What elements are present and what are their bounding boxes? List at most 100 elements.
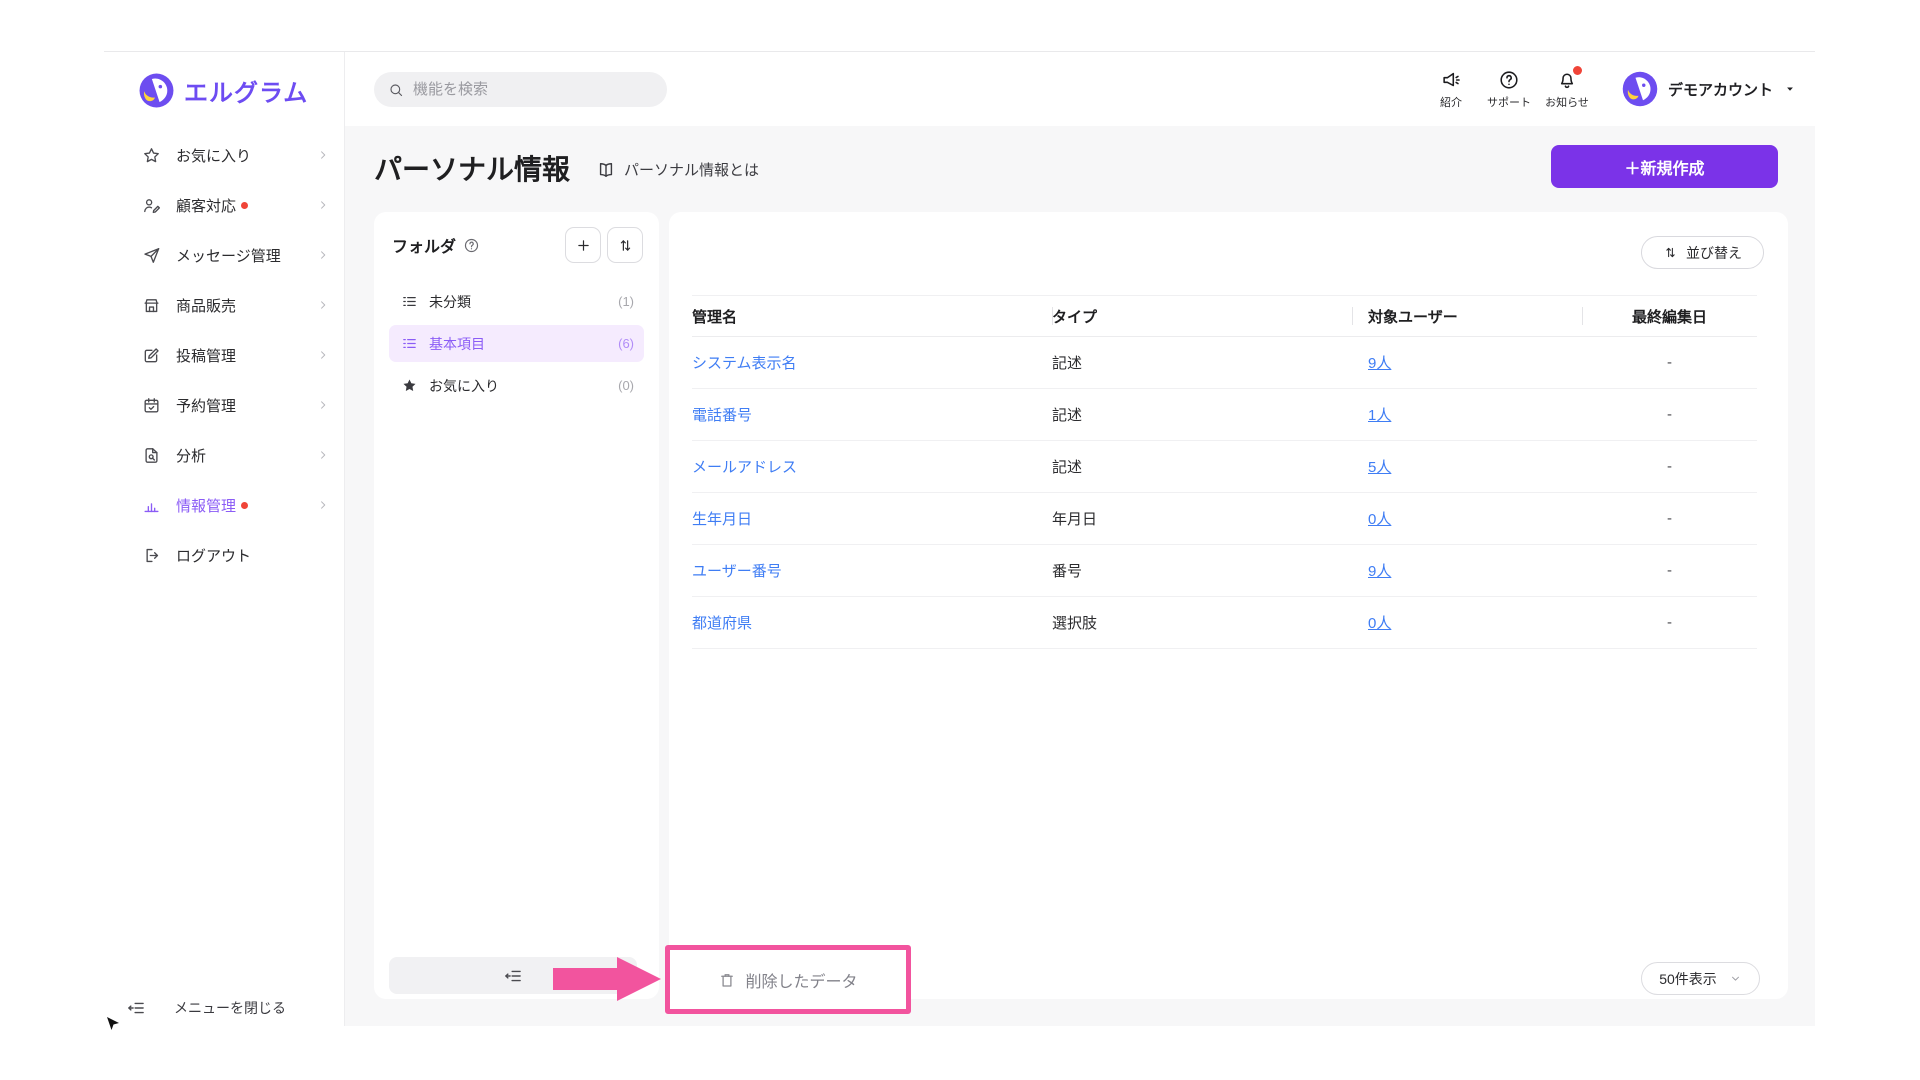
sort-folders-button[interactable] <box>607 227 643 263</box>
star-icon <box>142 146 161 165</box>
sidebar-item-analytics[interactable]: 分析 <box>104 430 344 480</box>
list-icon <box>401 335 418 352</box>
item-name-link[interactable]: システム表示名 <box>692 355 797 372</box>
sidebar-item-message-management[interactable]: メッセージ管理 <box>104 230 344 280</box>
close-menu-label: メニューを閉じる <box>174 998 286 1018</box>
search-input[interactable] <box>413 81 653 98</box>
sidebar-item-favorites[interactable]: お気に入り <box>104 130 344 180</box>
chevron-right-icon <box>316 348 330 362</box>
plus-icon <box>575 237 592 254</box>
item-name-link[interactable]: 都道府県 <box>692 615 752 632</box>
account-menu[interactable]: デモアカウント <box>1622 71 1797 107</box>
question-circle-icon <box>1498 69 1520 91</box>
folder-item-count: (0) <box>618 378 634 393</box>
sidebar-item-logout[interactable]: ログアウト <box>104 530 344 580</box>
send-icon <box>142 246 161 265</box>
search-icon <box>388 82 404 98</box>
brand-logo-icon <box>138 72 175 109</box>
sidebar: エルグラム お気に入り 顧客対応 メッセージ管理 商品販売 <box>104 52 345 1026</box>
megaphone-icon <box>1440 69 1462 91</box>
sidebar-item-label: 予約管理 <box>176 395 236 416</box>
sidebar-item-post-management[interactable]: 投稿管理 <box>104 330 344 380</box>
item-type: 選択肢 <box>1052 612 1352 633</box>
chevron-down-icon <box>1729 972 1742 985</box>
chevron-right-icon <box>316 298 330 312</box>
item-type: 記述 <box>1052 352 1352 373</box>
sidebar-item-product-sales[interactable]: 商品販売 <box>104 280 344 330</box>
chevron-right-icon <box>316 498 330 512</box>
folder-item-uncategorized[interactable]: 未分類 (1) <box>389 283 644 320</box>
target-users-link[interactable]: 0人 <box>1368 615 1391 632</box>
chevron-right-icon <box>316 398 330 412</box>
doc-link[interactable]: パーソナル情報とは <box>596 159 759 180</box>
deleted-data-button[interactable]: 削除したデータ <box>718 968 857 992</box>
deleted-data-label: 削除したデータ <box>745 968 857 992</box>
support-button[interactable]: サポート <box>1480 69 1538 110</box>
target-users-link[interactable]: 5人 <box>1368 459 1391 476</box>
account-name: デモアカウント <box>1668 79 1773 100</box>
last-edited-date: - <box>1582 354 1757 371</box>
notifications-button[interactable]: お知らせ <box>1538 69 1596 110</box>
app-window: エルグラム お気に入り 顧客対応 メッセージ管理 商品販売 <box>104 51 1815 1025</box>
annotation-highlight-box: 削除したデータ <box>665 945 911 1014</box>
last-edited-date: - <box>1582 458 1757 475</box>
add-folder-button[interactable] <box>565 227 601 263</box>
folder-list: 未分類 (1) 基本項目 (6) お気に入り (0) <box>374 283 659 404</box>
item-name-link[interactable]: ユーザー番号 <box>692 563 782 580</box>
folder-item-label: 未分類 <box>429 292 471 312</box>
sidebar-item-customer-support[interactable]: 顧客対応 <box>104 180 344 230</box>
target-users-link[interactable]: 9人 <box>1368 563 1391 580</box>
item-type: 番号 <box>1052 560 1352 581</box>
folder-item-label: お気に入り <box>429 376 499 396</box>
folder-item-label: 基本項目 <box>429 334 485 354</box>
sidebar-item-information-management[interactable]: 情報管理 <box>104 480 344 530</box>
folder-title: フォルダ <box>392 233 456 257</box>
list-icon <box>401 293 418 310</box>
page-size-select[interactable]: 50件表示 <box>1641 962 1760 995</box>
sort-arrows-icon <box>1663 245 1678 260</box>
sidebar-nav: お気に入り 顧客対応 メッセージ管理 商品販売 投稿管理 <box>104 130 344 580</box>
help-icon[interactable] <box>463 237 480 254</box>
user-pencil-icon <box>142 196 161 215</box>
item-type: 記述 <box>1052 404 1352 425</box>
column-header-type: タイプ <box>1052 306 1352 327</box>
items-table: 管理名 タイプ 対象ユーザー 最終編集日 システム表示名 記述 9人 - 電話番… <box>692 295 1757 649</box>
table-row: 電話番号 記述 1人 - <box>692 389 1757 441</box>
referral-button[interactable]: 紹介 <box>1422 69 1480 110</box>
sidebar-item-label: 顧客対応 <box>176 195 236 216</box>
sort-table-button[interactable]: 並び替え <box>1641 236 1764 269</box>
collapse-panel-icon <box>503 966 523 986</box>
chevron-right-icon <box>316 448 330 462</box>
table-row: ユーザー番号 番号 9人 - <box>692 545 1757 597</box>
star-filled-icon <box>401 377 418 394</box>
support-label: サポート <box>1487 94 1531 110</box>
folder-item-basic[interactable]: 基本項目 (6) <box>389 325 644 362</box>
sidebar-item-label: メッセージ管理 <box>176 245 281 266</box>
folder-item-count: (6) <box>618 336 634 351</box>
item-name-link[interactable]: 生年月日 <box>692 511 752 528</box>
close-menu-button[interactable]: メニューを閉じる <box>126 998 286 1018</box>
edit-icon <box>142 346 161 365</box>
chevron-right-icon <box>316 148 330 162</box>
target-users-link[interactable]: 0人 <box>1368 511 1391 528</box>
column-header-last-edited: 最終編集日 <box>1582 306 1757 327</box>
column-header-name: 管理名 <box>692 306 1052 327</box>
collapse-menu-icon <box>126 998 146 1018</box>
target-users-link[interactable]: 1人 <box>1368 407 1391 424</box>
target-users-link[interactable]: 9人 <box>1368 355 1391 372</box>
brand-name: エルグラム <box>184 73 308 108</box>
item-name-link[interactable]: メールアドレス <box>692 459 797 476</box>
search-box[interactable] <box>374 72 667 107</box>
create-new-button[interactable]: ＋新規作成 <box>1551 145 1778 188</box>
topbar-right: 紹介 サポート お知らせ <box>1422 52 1797 126</box>
annotation-arrow-head <box>617 957 661 1001</box>
item-name-link[interactable]: 電話番号 <box>692 407 752 424</box>
last-edited-date: - <box>1582 406 1757 423</box>
item-type: 記述 <box>1052 456 1352 477</box>
folder-item-favorites[interactable]: お気に入り (0) <box>389 367 644 404</box>
sidebar-item-reservation-management[interactable]: 予約管理 <box>104 380 344 430</box>
table-row: メールアドレス 記述 5人 - <box>692 441 1757 493</box>
brand-logo[interactable]: エルグラム <box>138 72 308 109</box>
calendar-check-icon <box>142 396 161 415</box>
mouse-cursor <box>106 1016 120 1032</box>
